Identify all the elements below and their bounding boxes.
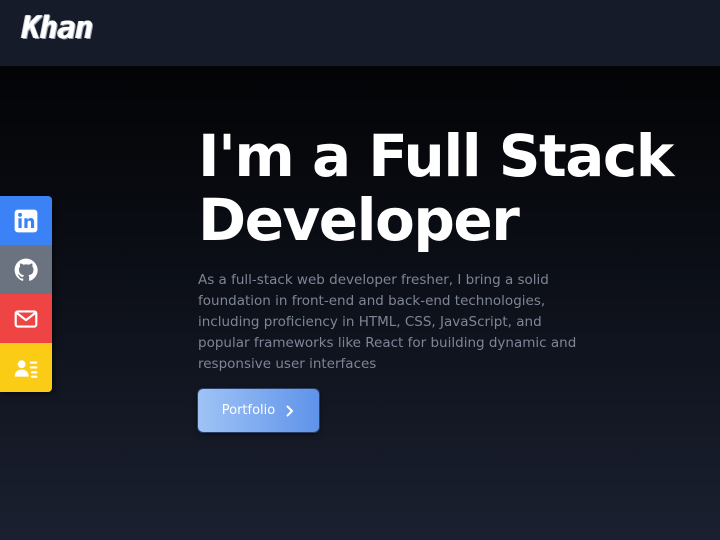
github-icon bbox=[14, 258, 38, 281]
resume-link[interactable] bbox=[0, 343, 52, 392]
linkedin-link[interactable] bbox=[0, 196, 52, 245]
email-link[interactable] bbox=[0, 294, 52, 343]
portfolio-button[interactable]: Portfolio bbox=[198, 389, 319, 432]
hero-section: I'm a Full Stack Developer As a full-sta… bbox=[198, 124, 698, 375]
mail-icon bbox=[14, 309, 38, 328]
hero-description: As a full-stack web developer fresher, I… bbox=[198, 272, 577, 372]
portfolio-button-label: Portfolio bbox=[221, 403, 276, 418]
site-logo[interactable]: Khan bbox=[22, 10, 94, 46]
hero-title: I'm a Full Stack Developer bbox=[198, 124, 698, 252]
hero-title-line2: Developer bbox=[198, 186, 520, 254]
chevron-right-icon bbox=[286, 405, 294, 416]
linkedin-icon bbox=[14, 209, 38, 232]
hero-title-line1: I'm a Full Stack bbox=[198, 122, 674, 190]
social-links-bar bbox=[0, 196, 52, 392]
github-link[interactable] bbox=[0, 245, 52, 294]
top-nav-bar: Khan bbox=[0, 0, 720, 66]
resume-icon bbox=[14, 359, 38, 378]
